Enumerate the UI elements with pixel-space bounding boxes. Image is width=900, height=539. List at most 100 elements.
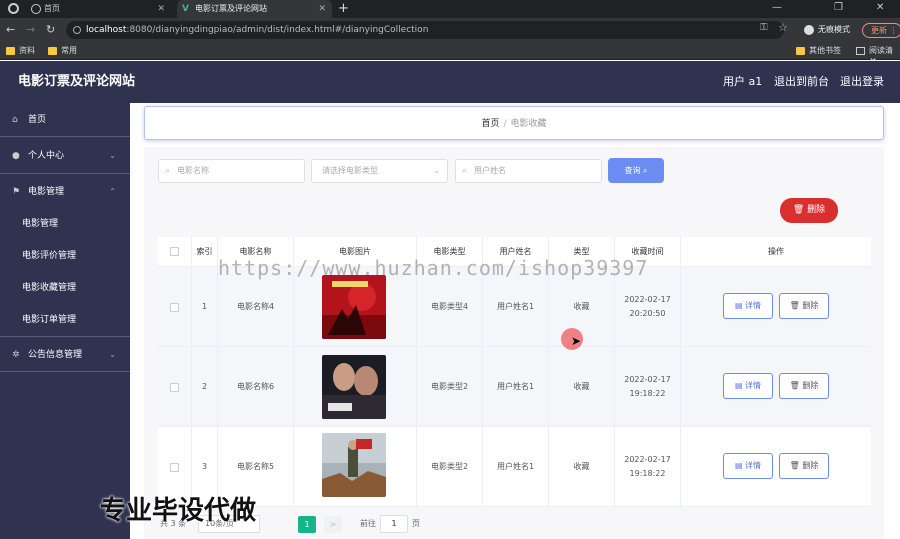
- user-name-placeholder: 用户姓名: [474, 166, 506, 175]
- url-input[interactable]: localhost:8080/dianyingdingpiao/admin/di…: [66, 21, 784, 39]
- back-to-front-link[interactable]: 退出到前台: [774, 61, 829, 103]
- sidebar-sub-movies[interactable]: 电影管理: [0, 208, 130, 240]
- app-header: 电影订票及评论网站 用户 a1 退出到前台 退出登录: [0, 61, 900, 103]
- row-checkbox[interactable]: [170, 383, 179, 392]
- sidebar-sub-collections[interactable]: 电影收藏管理: [0, 272, 130, 304]
- column-header: 操作: [768, 247, 784, 256]
- bookmark-folder[interactable]: 常用: [48, 45, 77, 57]
- breadcrumb-home[interactable]: 首页: [481, 119, 499, 129]
- actions-cell: [681, 267, 871, 347]
- document-icon: ▤: [734, 461, 743, 470]
- new-tab-icon[interactable]: +: [338, 0, 349, 17]
- row-checkbox[interactable]: [170, 303, 179, 312]
- movie-type-cell: 电影类型2: [417, 347, 483, 427]
- profile-label: 无痕模式: [818, 25, 850, 34]
- forward-icon[interactable]: →: [26, 22, 35, 38]
- back-icon[interactable]: ←: [6, 22, 15, 38]
- star-icon[interactable]: ☆: [778, 21, 788, 34]
- chevron-down-icon: ⌄: [109, 350, 116, 359]
- browser-tab-home[interactable]: 首页 ✕: [26, 0, 171, 18]
- browser-tab-label: 首页: [44, 4, 60, 13]
- collect-clock: 19:18:22: [629, 389, 666, 398]
- update-label: 更新: [871, 26, 887, 35]
- delete-button[interactable]: 🗑 删除: [779, 373, 829, 399]
- document-icon: ▤: [734, 381, 743, 390]
- sidebar-item-label: 个人中心: [28, 151, 65, 161]
- detail-button[interactable]: ▤ 详情: [723, 373, 773, 399]
- browser-tab-active[interactable]: V 电影订票及评论网站 ✕: [177, 0, 332, 18]
- bookmark-label: 其他书签: [809, 46, 841, 55]
- detail-label: 详情: [745, 461, 762, 470]
- update-button[interactable]: 更新 ⋮: [862, 23, 900, 38]
- actions-cell: [681, 347, 871, 427]
- batch-delete-label: 删除: [807, 205, 826, 215]
- flag-icon: ⚑: [12, 187, 21, 197]
- bookmark-folder[interactable]: 资料: [6, 45, 35, 57]
- kind-cell: 收藏: [549, 427, 615, 507]
- row-checkbox[interactable]: [170, 463, 179, 472]
- close-icon[interactable]: ✕: [318, 0, 326, 18]
- movie-name-cell: 电影名称6: [218, 347, 294, 427]
- bookmark-folder-other[interactable]: 其他书签: [796, 45, 841, 57]
- chevron-up-icon: ⌃: [109, 187, 116, 196]
- close-icon[interactable]: ✕: [157, 0, 165, 18]
- detail-button[interactable]: ▤ 详情: [723, 293, 773, 319]
- chevron-down-icon: ⌄: [109, 151, 116, 160]
- sidebar-item-label: 首页: [28, 115, 47, 125]
- goto-page-input[interactable]: 1: [380, 515, 408, 533]
- collect-time-cell: 2022-02-17 19:18:22: [615, 347, 681, 427]
- reload-icon[interactable]: ↻: [46, 22, 55, 38]
- trash-icon: 🗑: [789, 301, 800, 310]
- url-watermark: https://www.huzhan.com/ishop39397: [218, 256, 649, 280]
- minimize-icon[interactable]: —: [772, 0, 782, 16]
- info-icon[interactable]: [73, 26, 81, 34]
- home-icon: ⌂: [12, 115, 18, 125]
- browser-menu-icon[interactable]: [8, 3, 19, 14]
- breadcrumb-current: 电影收藏: [510, 119, 547, 129]
- query-button[interactable]: 查询 ⌕: [608, 158, 664, 183]
- movie-poster: [322, 275, 386, 339]
- page-number-button[interactable]: 1: [298, 516, 316, 533]
- delete-label: 删除: [802, 301, 819, 310]
- index-cell: 1: [192, 267, 218, 347]
- bookmark-label: 资料: [19, 46, 35, 55]
- movie-name-search-input[interactable]: ⌕ 电影名称: [158, 159, 305, 183]
- sidebar-sub-orders[interactable]: 电影订单管理: [0, 304, 130, 336]
- window-close-icon[interactable]: ✕: [876, 0, 884, 16]
- sidebar-sub-reviews[interactable]: 电影评价管理: [0, 240, 130, 272]
- folder-icon: [796, 47, 805, 55]
- detail-label: 详情: [745, 301, 762, 310]
- movie-name-placeholder: 电影名称: [177, 166, 209, 175]
- checkbox-cell: [158, 267, 192, 347]
- url-host: localhost: [86, 25, 127, 35]
- incognito-profile[interactable]: 无痕模式: [804, 23, 850, 37]
- next-page-button[interactable]: >: [324, 516, 342, 533]
- batch-delete-button[interactable]: 🗑 删除: [780, 198, 838, 223]
- sidebar-item-notice[interactable]: ✲ 公告信息管理 ⌄: [0, 336, 130, 372]
- user-icon: ●: [12, 151, 20, 161]
- incognito-icon: [804, 25, 814, 35]
- movie-type-select[interactable]: 请选择电影类型 ⌄: [311, 159, 448, 183]
- search-icon: ⌕: [165, 166, 171, 176]
- select-all-checkbox[interactable]: [170, 247, 179, 256]
- collect-time-cell: 2022-02-17 19:18:22: [615, 427, 681, 507]
- detail-label: 详情: [745, 381, 762, 390]
- sidebar-item-movie-management[interactable]: ⚑ 电影管理 ⌃: [0, 175, 130, 209]
- collect-clock: 20:20:50: [629, 309, 666, 318]
- column-header: 索引: [192, 237, 218, 267]
- delete-button[interactable]: 🗑 删除: [779, 453, 829, 479]
- sidebar-item-profile[interactable]: ● 个人中心 ⌄: [0, 138, 130, 174]
- maximize-icon[interactable]: ❐: [834, 0, 843, 16]
- bookmark-label: 常用: [61, 46, 77, 55]
- mouse-cursor-icon: ➤: [571, 334, 582, 348]
- vue-logo-icon: V: [182, 4, 189, 14]
- sidebar-item-home[interactable]: ⌂ 首页: [0, 103, 130, 137]
- detail-button[interactable]: ▤ 详情: [723, 453, 773, 479]
- user-name-search-input[interactable]: ⌕ 用户姓名: [455, 159, 602, 183]
- trash-icon: 🗑: [789, 381, 800, 390]
- delete-button[interactable]: 🗑 删除: [779, 293, 829, 319]
- browser-tab-bar: 首页 ✕ V 电影订票及评论网站 ✕ + — ❐ ✕: [0, 0, 900, 18]
- gear-icon: ✲: [12, 350, 20, 360]
- key-icon[interactable]: ⚿: [760, 22, 768, 33]
- logout-link[interactable]: 退出登录: [840, 61, 884, 103]
